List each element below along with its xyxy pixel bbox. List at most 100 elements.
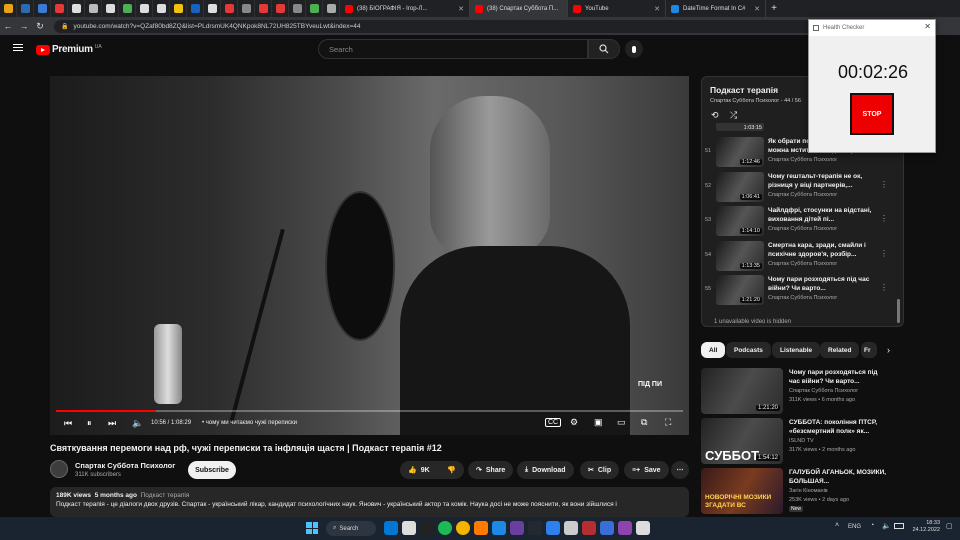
tray-expand-icon[interactable]: ˄ (835, 522, 839, 529)
back-icon[interactable]: ← (0, 21, 16, 31)
chevron-right-icon[interactable]: › (887, 345, 890, 355)
share-button[interactable]: ↷ Share (468, 461, 514, 479)
pinned-tab[interactable] (289, 0, 306, 17)
taskbar-app-icon[interactable] (546, 521, 560, 535)
recommendation-title[interactable]: Чому пари розходяться під час війни? Чи … (789, 368, 889, 386)
video-thumbnail[interactable]: НОВОРІЧНІ МОЗИКИ ЗГАДАТИ ВС (701, 468, 783, 514)
chip-more[interactable]: Fr (861, 342, 877, 358)
stop-button[interactable]: STOP (850, 93, 894, 135)
video-progress-bar[interactable] (56, 410, 683, 412)
menu-icon[interactable] (13, 44, 23, 51)
clip-button[interactable]: ✂ Clip (580, 461, 620, 479)
playlist-item-title[interactable]: Смертна кара, зради, смайли і психічне з… (768, 241, 872, 259)
taskbar-app-icon[interactable] (492, 521, 506, 535)
taskbar-app-icon[interactable] (600, 521, 614, 535)
recommendation-item[interactable]: 1:21:20 Чому пари розходяться під час ві… (701, 368, 921, 414)
pinned-tab[interactable] (17, 0, 34, 17)
description-tag[interactable]: Подкаст терапія (141, 492, 190, 499)
settings-icon[interactable]: ⚙ (570, 417, 578, 428)
chip-all[interactable]: All (701, 342, 726, 358)
search-input[interactable]: Search (318, 39, 588, 59)
pinned-tab[interactable] (136, 0, 153, 17)
chip-listenable[interactable]: Listenable (772, 342, 821, 358)
close-icon[interactable]: ✕ (924, 22, 931, 31)
playlist-item[interactable]: 55 1:21:20 Чому пари розходяться під час в… (702, 273, 902, 307)
pinned-tab[interactable] (238, 0, 255, 17)
start-icon[interactable] (306, 522, 318, 534)
taskbar-app-icon[interactable] (474, 521, 488, 535)
window-titlebar[interactable]: Health Checker ✕ (809, 20, 935, 36)
search-button[interactable] (588, 39, 620, 59)
more-icon[interactable]: ⋮ (880, 214, 888, 223)
recommendation-title[interactable]: СУББОТА: покоління ПТСР, «безсмертний по… (789, 418, 889, 436)
fullscreen-icon[interactable]: ⛶ (665, 417, 671, 428)
taskbar-app-icon[interactable] (456, 521, 470, 535)
taskbar-app-icon[interactable] (402, 521, 416, 535)
video-thumbnail[interactable]: 1:06:41 (716, 171, 764, 202)
next-icon[interactable]: ⏭ (108, 418, 116, 429)
video-thumbnail[interactable]: 1:13:35 (716, 240, 764, 271)
tab-biography[interactable]: (38) БІОГРАФІЯ - Ігор-Л... ✕ (340, 0, 470, 17)
pinned-tab[interactable] (51, 0, 68, 17)
close-icon[interactable]: ✕ (458, 5, 464, 13)
pinned-tab[interactable] (204, 0, 221, 17)
playlist-item[interactable]: 53 1:14:10 Чайлдфрі, стосунки на відстані,… (702, 204, 902, 238)
pinned-tab[interactable] (170, 0, 187, 17)
pinned-tab[interactable] (0, 0, 17, 17)
chapter-title[interactable]: • чому ми читаємо чужі переписки (202, 420, 297, 426)
avatar[interactable] (50, 460, 68, 478)
cast-icon[interactable]: ⧉ (641, 417, 647, 428)
playlist-item[interactable]: 54 1:13:35 Смертна кара, зради, смайли і п… (702, 239, 902, 273)
reload-icon[interactable]: ↻ (32, 21, 48, 32)
pinned-tab[interactable] (187, 0, 204, 17)
taskbar-app-icon[interactable] (582, 521, 596, 535)
chip-podcasts[interactable]: Podcasts (726, 342, 771, 358)
battery-icon[interactable] (894, 523, 904, 529)
channel-name[interactable]: Спартак Суббота Психолог (75, 461, 175, 470)
pinned-tab[interactable] (153, 0, 170, 17)
more-icon[interactable]: ⋮ (880, 249, 888, 258)
pinned-tab[interactable] (119, 0, 136, 17)
more-icon[interactable]: ⋮ (880, 283, 888, 292)
playlist-item[interactable]: 52 1:06:41 Чому гештальт-терапія не ок, рі… (702, 170, 902, 204)
like-button[interactable]: 👍 9K 👎 (400, 461, 464, 479)
youtube-logo[interactable]: Premium UA (36, 44, 102, 55)
save-button[interactable]: ≡+ Save (624, 461, 669, 479)
subscribe-button[interactable]: Subscribe (188, 461, 236, 479)
forward-icon[interactable]: → (16, 21, 32, 31)
theater-mode-icon[interactable]: ▭ (617, 417, 626, 428)
language-indicator[interactable]: ENG (848, 524, 861, 530)
address-bar[interactable]: 🔒 youtube.com/watch?v=QZaf80bd8ZQ&list=P… (54, 19, 814, 33)
voice-search-button[interactable] (625, 40, 643, 58)
description-box[interactable]: 189K views 5 months ago Подкаст терапія … (50, 487, 689, 517)
pinned-tab[interactable] (34, 0, 51, 17)
video-thumbnail[interactable]: 1:14:10 (716, 206, 764, 236)
notification-icon[interactable]: ▢ (946, 522, 953, 530)
video-thumbnail[interactable]: 1:12:46 (716, 137, 764, 167)
video-thumbnail[interactable]: 1:21:20 (716, 275, 764, 305)
playlist-title[interactable]: Подкаст терапія (710, 85, 778, 95)
taskbar-search[interactable]: ⌕ Search (326, 521, 376, 536)
pinned-tab[interactable] (85, 0, 102, 17)
chip-related[interactable]: Related (820, 342, 860, 358)
pinned-tab[interactable] (306, 0, 323, 17)
playlist-item-title[interactable]: Чому пари розходяться під час війни? Чи … (768, 275, 872, 293)
taskbar-app-icon[interactable] (510, 521, 524, 535)
tab-youtube[interactable]: YouTube ✕ (568, 0, 666, 17)
recommendation-title[interactable]: ГАЛУБОЙ АГАНЬОК, МОЗИКИ, БОЛЬШАЯ... (789, 468, 889, 486)
taskbar-app-icon[interactable] (528, 521, 542, 535)
close-icon[interactable]: ✕ (654, 5, 660, 13)
pause-icon[interactable]: ⏸ (87, 418, 92, 429)
dislike-icon[interactable]: 👎 (447, 466, 456, 474)
new-tab-button[interactable]: + (766, 3, 782, 14)
taskbar-app-icon[interactable] (438, 521, 452, 535)
playlist-scrollbar[interactable] (897, 299, 900, 323)
speaker-icon[interactable]: 🔈 (882, 522, 891, 530)
tab-datetime[interactable]: DateTime Format In C# ✕ (666, 0, 766, 17)
video-thumbnail[interactable]: СУББОТ 1:54:12 (701, 418, 783, 464)
miniplayer-icon[interactable]: ▣ (594, 417, 603, 428)
download-button[interactable]: ⤓ Download (517, 461, 574, 479)
taskbar-app-icon[interactable] (564, 521, 578, 535)
taskbar-app-icon[interactable] (384, 521, 398, 535)
loop-icon[interactable]: ⟲ (711, 110, 719, 121)
